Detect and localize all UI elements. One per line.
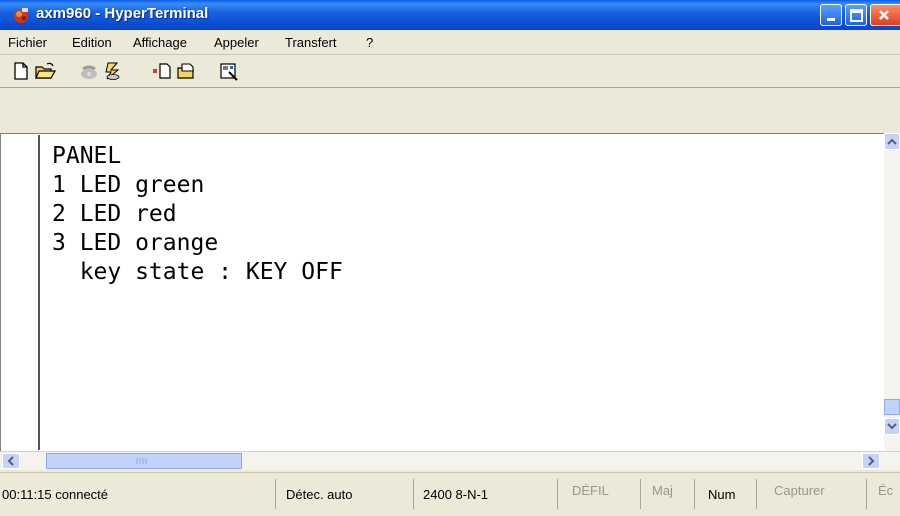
maximize-button[interactable] (845, 4, 867, 26)
close-button[interactable] (870, 4, 900, 26)
chevron-left-icon (7, 456, 14, 466)
hyperterminal-app-icon[interactable] (12, 6, 30, 24)
status-divider (557, 479, 558, 509)
phone-icon[interactable] (78, 61, 100, 81)
status-divider (756, 479, 757, 509)
toolbar (0, 55, 900, 88)
maximize-icon (850, 9, 863, 22)
chevron-right-icon (868, 456, 875, 466)
receive-icon[interactable] (176, 61, 198, 81)
minimize-button[interactable] (820, 4, 842, 26)
status-echo: Éc (878, 483, 894, 498)
status-detect: Détec. auto (286, 487, 353, 502)
menu-transfert[interactable]: Transfert (285, 35, 337, 50)
scroll-left-button[interactable] (2, 453, 20, 469)
status-scroll-lock: DÉFIL (572, 483, 609, 498)
minimize-icon (827, 18, 835, 21)
status-capture: Capturer (774, 483, 825, 498)
terminal-line: key state : KEY OFF (52, 259, 343, 285)
terminal-line: PANEL (52, 143, 122, 169)
status-divider (413, 479, 414, 509)
terminal-line: 1 LED green (52, 172, 205, 198)
vertical-scrollbar[interactable] (884, 133, 900, 451)
new-document-icon[interactable] (10, 61, 32, 81)
grip-icon (136, 458, 147, 464)
menu-appeler[interactable]: Appeler (214, 35, 259, 50)
horizontal-scrollbar[interactable] (0, 451, 900, 470)
window-title: axm960 - HyperTerminal (36, 5, 209, 22)
menu-help[interactable]: ? (366, 35, 373, 50)
status-connection: 00:11:15 connecté (2, 487, 109, 502)
send-icon[interactable] (152, 61, 174, 81)
open-folder-icon[interactable] (34, 61, 56, 81)
menu-affichage[interactable]: Affichage (133, 35, 187, 50)
chevron-up-icon (887, 138, 897, 145)
vertical-scroll-thumb[interactable] (884, 399, 900, 415)
scroll-down-button[interactable] (884, 418, 900, 435)
terminal-line: 2 LED red (52, 201, 177, 227)
status-bar: 00:11:15 connecté Détec. auto 2400 8-N-1… (0, 472, 900, 516)
horizontal-scroll-thumb[interactable] (46, 453, 242, 469)
scroll-up-button[interactable] (884, 133, 900, 150)
terminal-margin-line (38, 135, 40, 450)
terminal-line: 3 LED orange (52, 230, 219, 256)
disconnect-icon[interactable] (102, 61, 124, 81)
menu-fichier[interactable]: Fichier (8, 35, 47, 50)
status-num-lock: Num (708, 487, 736, 502)
scroll-right-button[interactable] (862, 453, 880, 469)
menu-bar: Fichier Edition Affichage Appeler Transf… (0, 30, 900, 55)
status-caps-lock: Maj (652, 483, 673, 498)
status-divider (866, 479, 867, 509)
status-divider (275, 479, 276, 509)
menu-edition[interactable]: Edition (72, 35, 112, 50)
status-divider (694, 479, 695, 509)
status-settings: 2400 8-N-1 (423, 487, 489, 502)
status-divider (640, 479, 641, 509)
title-bar[interactable]: axm960 - HyperTerminal (0, 0, 900, 30)
chevron-down-icon (887, 423, 897, 430)
terminal-text: PANEL 1 LED green 2 LED red 3 LED orange ke… (52, 142, 343, 287)
close-icon (879, 10, 889, 20)
properties-icon[interactable] (218, 61, 240, 81)
